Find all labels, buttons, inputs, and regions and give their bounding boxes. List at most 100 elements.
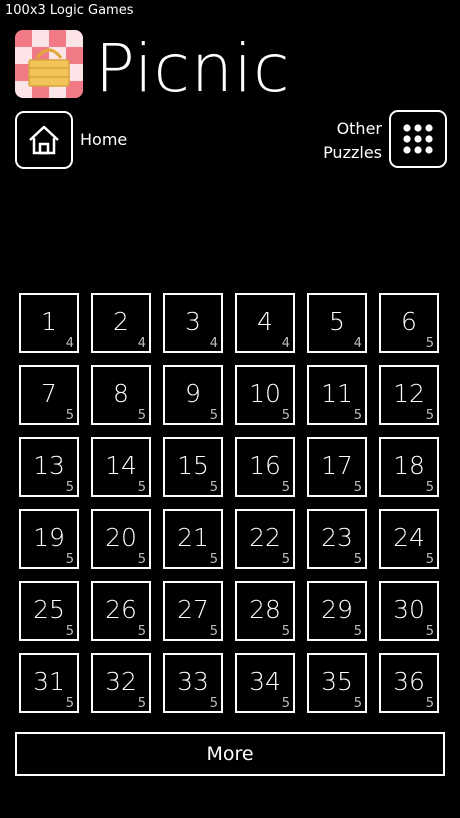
level-size: 4 (137, 336, 146, 351)
level-tile[interactable]: 85 (91, 365, 151, 425)
level-number: 33 (177, 667, 209, 696)
level-grid: 1 4 2 4 3 4 4 4 5 4 6 5 7 5 8 5 9 5 10 5 11 5 12 5 13 5 14 5 15 5 16 5 1… (19, 293, 443, 717)
level-number: 5 (329, 307, 345, 336)
level-size: 5 (65, 552, 74, 567)
level-tile[interactable]: 27 5 (163, 581, 223, 641)
level-size: 5 (425, 624, 434, 639)
level-size: 5 (209, 552, 218, 567)
level-size: 5 (137, 480, 146, 495)
home-icon (29, 125, 59, 155)
level-tile[interactable]: 11 5 (307, 365, 367, 425)
level-size: 5 (425, 336, 434, 351)
level-size: 5 (209, 480, 218, 495)
level-tile[interactable]: 32 5 (91, 653, 151, 713)
level-tile[interactable]: 16 5 (235, 437, 295, 497)
other-puzzles-label[interactable]: Other Puzzles (323, 117, 382, 165)
level-size: 5 (137, 696, 146, 711)
level-size: 5 (209, 408, 218, 423)
level-tile[interactable]: 14 5 (91, 437, 151, 497)
level-size: 5 (353, 552, 362, 567)
level-number: 17 (321, 451, 353, 480)
level-size: 5 (425, 408, 434, 423)
level-number: 30 (393, 595, 425, 624)
level-size: 5 (209, 696, 218, 711)
level-size: 5 (353, 696, 362, 711)
level-tile[interactable]: 31 5 (19, 653, 79, 713)
level-tile[interactable]: 24 5 (379, 509, 439, 569)
level-tile[interactable]: 29 5 (307, 581, 367, 641)
level-size: 5 (281, 552, 290, 567)
level-tile[interactable]: 19 5 (19, 509, 79, 569)
level-number: 32 (105, 667, 137, 696)
level-size: 5 (353, 624, 362, 639)
level-number: 23 (321, 523, 353, 552)
level-tile[interactable]: 10 5 (235, 365, 295, 425)
level-tile[interactable]: 35 5 (307, 653, 367, 713)
level-number: 6 (401, 307, 417, 336)
level-tile[interactable]: 17 5 (307, 437, 367, 497)
level-number: 26 (105, 595, 137, 624)
level-size: 4 (65, 336, 74, 351)
level-tile[interactable]: 18 5 (379, 437, 439, 497)
level-tile[interactable]: 13 5 (19, 437, 79, 497)
level-size: 5 (65, 624, 74, 639)
level-number: 22 (249, 523, 281, 552)
level-tile[interactable]: 28 5 (235, 581, 295, 641)
level-number: 13 (33, 451, 65, 480)
level-number: 3 (185, 307, 201, 336)
level-size: 5 (281, 408, 290, 423)
level-size: 5 (281, 480, 290, 495)
level-size: 5 (137, 624, 146, 639)
level-tile[interactable]: 24 (91, 293, 151, 353)
level-tile[interactable]: 30 5 (379, 581, 439, 641)
level-number: 4 (257, 307, 273, 336)
level-number: 18 (393, 451, 425, 480)
level-tile[interactable]: 22 5 (235, 509, 295, 569)
app-logo-icon (15, 30, 83, 98)
level-number: 9 (185, 379, 201, 408)
level-tile[interactable]: 44 (235, 293, 295, 353)
home-button[interactable] (15, 111, 73, 169)
level-tile[interactable]: 15 5 (163, 437, 223, 497)
level-tile[interactable]: 54 (307, 293, 367, 353)
level-number: 12 (393, 379, 425, 408)
level-number: 1 (41, 307, 57, 336)
level-tile[interactable]: 23 5 (307, 509, 367, 569)
level-tile[interactable]: 14 (19, 293, 79, 353)
level-tile[interactable]: 26 5 (91, 581, 151, 641)
level-number: 14 (105, 451, 137, 480)
level-tile[interactable]: 95 (163, 365, 223, 425)
level-tile[interactable]: 34 (163, 293, 223, 353)
level-number: 10 (249, 379, 281, 408)
app-title: Picnic (95, 30, 291, 107)
level-tile[interactable]: 36 5 (379, 653, 439, 713)
level-number: 35 (321, 667, 353, 696)
level-tile[interactable]: 33 5 (163, 653, 223, 713)
more-button[interactable]: More (15, 732, 445, 776)
level-size: 5 (209, 624, 218, 639)
level-number: 2 (113, 307, 129, 336)
level-number: 29 (321, 595, 353, 624)
level-number: 27 (177, 595, 209, 624)
level-size: 5 (137, 552, 146, 567)
level-size: 5 (353, 480, 362, 495)
level-number: 7 (41, 379, 57, 408)
level-size: 5 (65, 480, 74, 495)
level-tile[interactable]: 65 (379, 293, 439, 353)
level-size: 5 (65, 408, 74, 423)
level-tile[interactable]: 34 5 (235, 653, 295, 713)
status-bar-text: 100x3 Logic Games (5, 3, 134, 18)
home-label[interactable]: Home (80, 130, 127, 149)
level-size: 5 (425, 552, 434, 567)
other-label-line-1: Other (336, 119, 382, 138)
level-tile[interactable]: 25 5 (19, 581, 79, 641)
level-number: 8 (113, 379, 129, 408)
other-puzzles-button[interactable] (389, 110, 447, 168)
level-tile[interactable]: 12 5 (379, 365, 439, 425)
level-tile[interactable]: 20 5 (91, 509, 151, 569)
level-tile[interactable]: 21 5 (163, 509, 223, 569)
level-tile[interactable]: 75 (19, 365, 79, 425)
level-size: 5 (65, 696, 74, 711)
level-size: 4 (281, 336, 290, 351)
level-number: 21 (177, 523, 209, 552)
